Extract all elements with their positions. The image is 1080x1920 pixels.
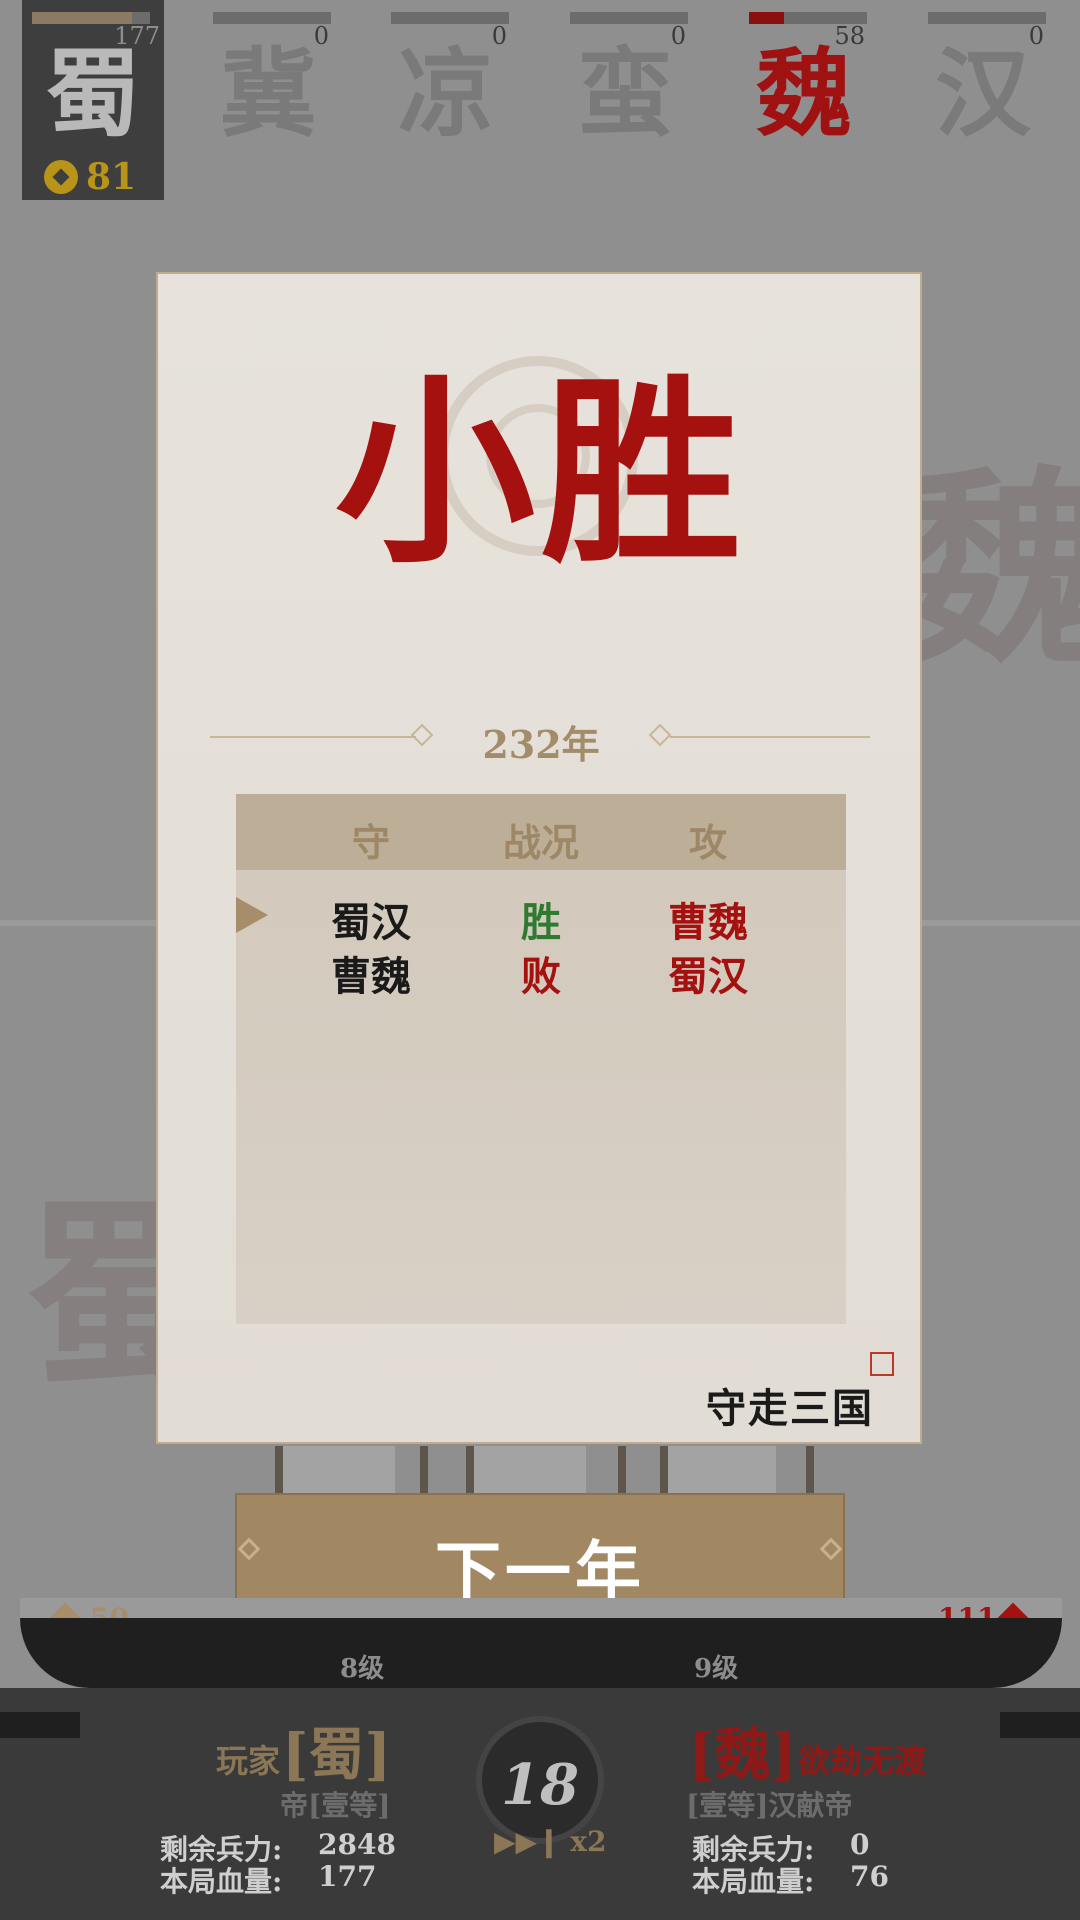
player-hp-value: 177 — [318, 1860, 377, 1893]
pillar-panel — [474, 1446, 586, 1496]
pillar-panel — [664, 1446, 776, 1496]
faction-tile-han[interactable]: 0 汉 — [918, 0, 1048, 200]
coin-counter: 81 — [44, 156, 136, 198]
left-level: 8级 — [340, 1654, 385, 1684]
right-level: 9级 — [694, 1654, 739, 1684]
coin-value: 81 — [86, 156, 137, 198]
roof-eave-left — [0, 1712, 80, 1738]
stage-base — [20, 1618, 1062, 1688]
row-attacker: 蜀汉 — [668, 953, 748, 1000]
seal-stamp-icon — [870, 1352, 894, 1376]
row-defender: 曹魏 — [331, 953, 411, 1000]
troop-bar-fill — [749, 12, 785, 24]
table-header: 守 战况 攻 — [236, 794, 846, 870]
row-status: 胜 — [521, 899, 561, 946]
pillar-panel — [283, 1446, 395, 1496]
enemy-troops-value: 0 — [850, 1828, 870, 1861]
faction-tile-shu[interactable]: 177 蜀 81 — [22, 0, 164, 200]
faction-tile-wei[interactable]: 58 魏 — [739, 0, 869, 200]
faction-char: 蜀 — [45, 37, 141, 150]
result-title: 小胜 — [334, 356, 747, 591]
enemy-hp-value: 76 — [850, 1860, 889, 1893]
player-prefix: 玩家 — [216, 1742, 281, 1780]
row-defender: 蜀汉 — [331, 899, 411, 946]
background-faction-char-right: 魏 — [900, 446, 1080, 693]
pillar — [275, 1446, 283, 1496]
pillar — [466, 1446, 474, 1496]
player-rank: 帝[壹等] — [280, 1789, 391, 1822]
faction-char: 凉 — [398, 37, 494, 150]
brand-logo: 守走三国 — [706, 1385, 874, 1432]
faction-char: 冀 — [220, 37, 316, 150]
row-status: 败 — [521, 953, 561, 1000]
faction-char: 魏 — [756, 37, 852, 150]
enemy-rank: [壹等]汉献帝 — [686, 1789, 853, 1822]
faction-char: 蛮 — [577, 37, 673, 150]
header-attack: 攻 — [688, 820, 727, 865]
header-status: 战况 — [502, 820, 579, 865]
faction-tile-man[interactable]: 0 蛮 — [560, 0, 690, 200]
enemy-kingdom: [魏] — [688, 1722, 797, 1788]
faction-char: 汉 — [935, 37, 1031, 150]
battle-table: 守 战况 攻 蜀汉 胜 曹魏 曹魏 败 蜀汉 — [236, 794, 846, 1324]
player-troops-value: 2848 — [318, 1828, 396, 1861]
pillar — [660, 1446, 668, 1496]
year-divider-right — [670, 736, 870, 738]
year-label: 232年 — [482, 722, 600, 767]
enemy-slogan: 欲劫无渡 — [798, 1742, 927, 1780]
roof-eave-right — [1000, 1712, 1080, 1738]
coin-icon — [44, 160, 78, 194]
speed-toggle[interactable]: ▶▶❙ x2 — [494, 1825, 606, 1858]
player-hp-label: 本局血量: — [160, 1865, 283, 1898]
row-attacker: 曹魏 — [668, 899, 748, 946]
battle-result-card: 小胜 232年 守 战况 攻 蜀汉 胜 曹魏 曹魏 败 蜀汉 守走三国 — [156, 272, 922, 1444]
player-kingdom: [蜀] — [282, 1722, 391, 1788]
enemy-hp-label: 本局血量: — [692, 1865, 815, 1898]
pillar — [618, 1446, 626, 1496]
faction-tile-liang[interactable]: 0 凉 — [381, 0, 511, 200]
pillar — [806, 1446, 814, 1496]
faction-tile-ji[interactable]: 0 冀 — [203, 0, 333, 200]
timer-value: 18 — [501, 1752, 579, 1818]
header-defend: 守 — [351, 820, 390, 865]
current-row-arrow-icon — [236, 897, 268, 933]
pillar — [420, 1446, 428, 1496]
